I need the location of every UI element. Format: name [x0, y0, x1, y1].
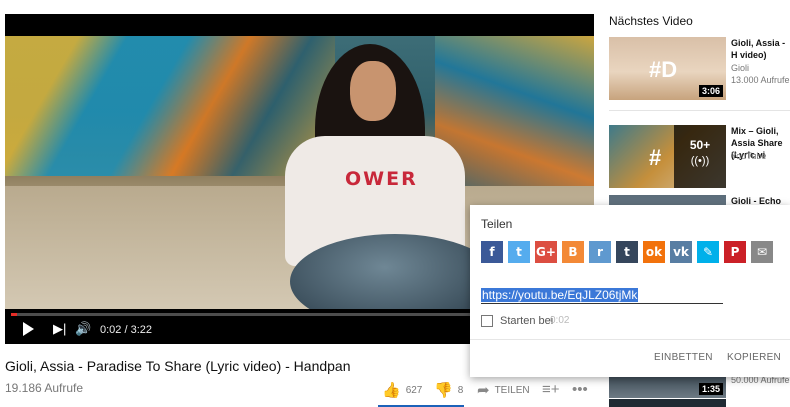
more-icon: •••	[572, 381, 588, 398]
video-thumbnail[interactable]: #D 3:06	[609, 37, 726, 100]
next-icon[interactable]: ▶|	[53, 322, 66, 336]
livejournal-icon[interactable]: ✎	[697, 241, 719, 263]
view-count: 13.000 Aufrufe	[731, 75, 790, 85]
odnoklassniki-icon[interactable]: ok	[643, 241, 665, 263]
mix-overlay: 50+ ((•))	[674, 125, 726, 188]
reddit-icon[interactable]: r	[589, 241, 611, 263]
share-arrow-icon: ➦	[477, 382, 490, 399]
share-dialog: Teilen f t G+ Br t ok vk ✎ P ✉ https://youtu.be/E…	[470, 205, 790, 377]
recommended-item[interactable]: #D 3:06 Gioli, Assia - H video) Gioli 13…	[609, 37, 790, 100]
video-duration: 3:06	[698, 85, 723, 97]
recommended-mix[interactable]: # 50+ ((•)) Mix – Gioli, Assia Share (Ly…	[609, 125, 790, 188]
thumbs-down-icon: 👎	[434, 382, 453, 399]
recommended-title[interactable]: Gioli, Assia - H video)	[731, 37, 790, 61]
like-count: 627	[405, 384, 423, 396]
pinterest-icon[interactable]: P	[724, 241, 746, 263]
like-button[interactable]: 👍 627	[382, 381, 422, 399]
share-url[interactable]: https://youtu.be/EqJLZ06tjMk	[481, 288, 639, 302]
vk-icon[interactable]: vk	[670, 241, 692, 263]
play-icon[interactable]	[23, 322, 34, 336]
share-url-field[interactable]: https://youtu.be/EqJLZ06tjMk	[481, 287, 723, 304]
email-icon[interactable]: ✉	[751, 241, 773, 263]
video-thumbnail[interactable]	[609, 399, 726, 407]
start-at-checkbox[interactable]	[481, 315, 493, 327]
add-to-playlist-button[interactable]: ≡+	[542, 381, 560, 398]
dislike-count: 8	[457, 384, 464, 396]
person-face	[350, 61, 396, 121]
blogger-icon[interactable]: B	[562, 241, 584, 263]
progress-fill	[11, 313, 17, 316]
mix-thumbnail[interactable]: # 50+ ((•))	[609, 125, 726, 188]
time-display: 0:02 / 3:22	[100, 324, 152, 336]
facebook-icon[interactable]: f	[481, 241, 503, 263]
channel-name[interactable]: YouTube	[731, 150, 766, 162]
start-at-label[interactable]: Starten bei	[500, 315, 553, 327]
share-button[interactable]: ➦ TEILEN	[477, 381, 530, 399]
next-video-heading: Nächstes Video	[609, 14, 693, 28]
twitter-icon[interactable]: t	[508, 241, 530, 263]
google-plus-icon[interactable]: G+	[535, 241, 557, 263]
share-dialog-title: Teilen	[481, 217, 513, 231]
video-duration: 1:35	[698, 383, 723, 395]
mix-count: 50+	[689, 138, 711, 152]
view-count: 19.186 Aufrufe	[5, 381, 84, 395]
dialog-separator	[470, 339, 790, 340]
tumblr-icon[interactable]: t	[616, 241, 638, 263]
graffiti-wall-left	[5, 36, 335, 176]
sidebar-divider	[609, 110, 790, 111]
shirt-text: OWER	[345, 168, 418, 190]
more-actions-button[interactable]: •••	[572, 381, 588, 398]
channel-name[interactable]: Gioli	[731, 62, 749, 74]
thumbs-up-icon: 👍	[382, 382, 401, 399]
video-thumbnail[interactable]: 1:35	[609, 374, 726, 398]
copy-button[interactable]: KOPIEREN	[727, 352, 781, 363]
embed-button[interactable]: EINBETTEN	[654, 352, 713, 363]
thumbnail-logo: #D	[649, 57, 678, 82]
mix-broadcast-icon: ((•))	[690, 155, 710, 167]
thumbnail-logo: #	[649, 145, 662, 170]
share-label: TEILEN	[494, 384, 530, 396]
dislike-button[interactable]: 👎 8	[434, 381, 463, 399]
start-at-time[interactable]: 0:02	[550, 315, 569, 326]
video-title: Gioli, Assia - Paradise To Share (Lyric …	[5, 358, 351, 374]
playlist-add-icon: ≡+	[542, 381, 560, 398]
volume-icon[interactable]: 🔊	[75, 322, 91, 336]
